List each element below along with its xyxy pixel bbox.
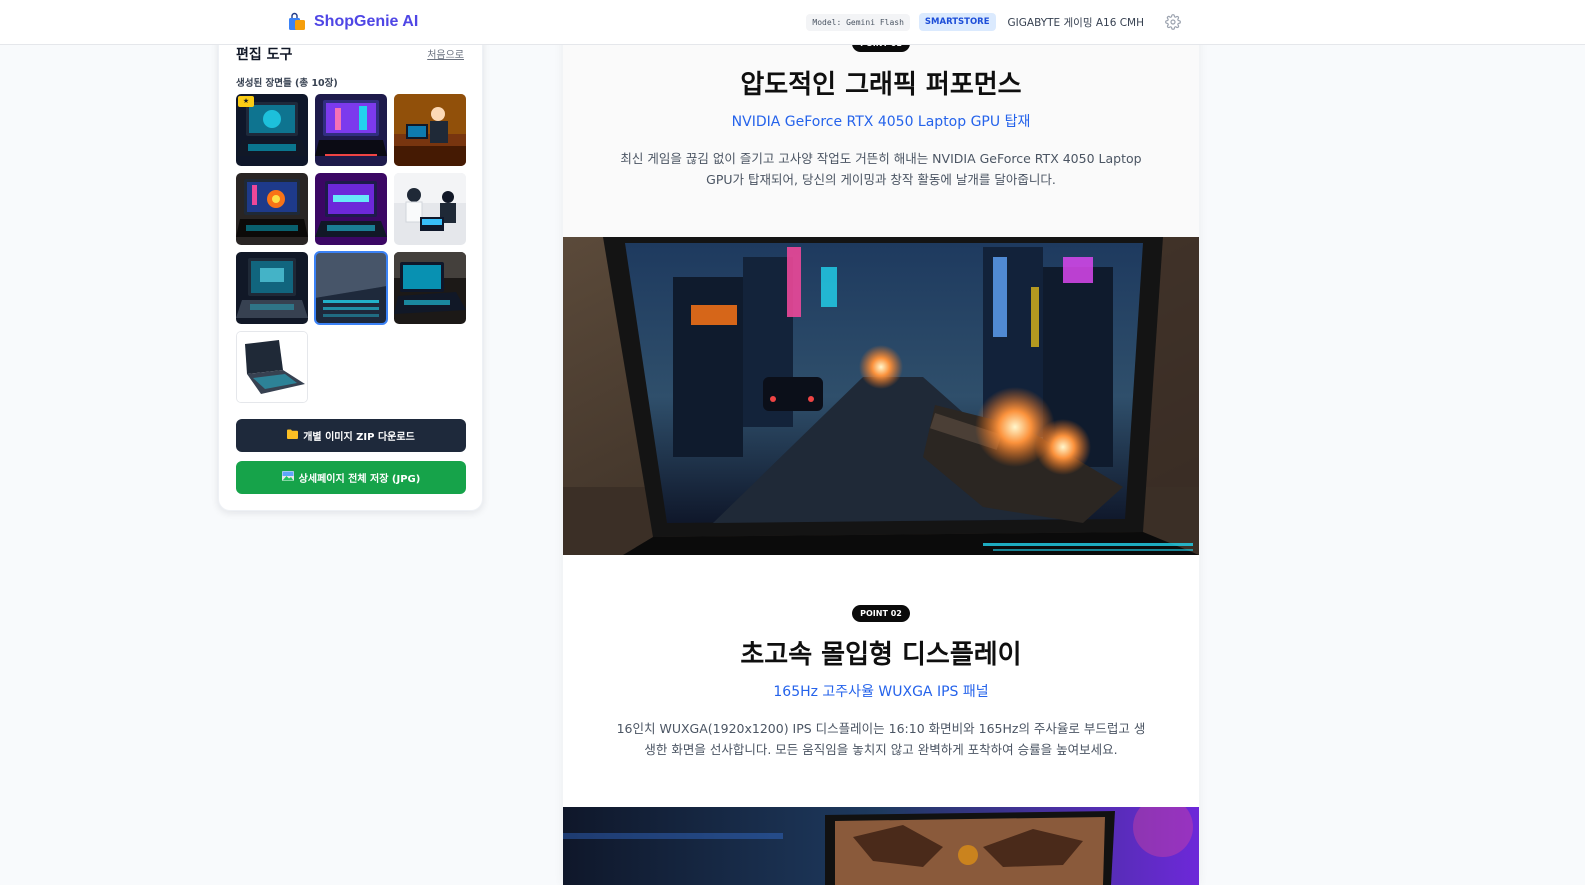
product-name: GIGABYTE 게이밍 A16 CMH [1007,16,1144,29]
scene-thumbnail[interactable]: ★ [236,94,308,166]
section-image [563,807,1199,885]
scene-thumbnail[interactable] [236,331,308,403]
section-description: 16인치 WUXGA(1920x1200) IPS 디스플레이는 16:10 화… [616,721,1146,757]
scene-thumbnail[interactable] [315,94,387,166]
scene-thumbnail[interactable] [394,173,466,245]
folder-icon [287,429,299,442]
scene-thumbnail[interactable] [314,251,388,325]
picture-icon [281,471,294,484]
store-badge: SMARTSTORE [918,13,996,31]
section-subtitle: NVIDIA GeForce RTX 4050 Laptop GPU 탑재 [731,114,1031,130]
section-subtitle: 165Hz 고주사율 WUXGA IPS 패널 [773,684,989,700]
scene-thumbnail[interactable] [236,173,308,245]
star-icon: ★ [238,96,254,107]
section-image [563,237,1199,555]
zip-download-button[interactable]: 개별 이미지 ZIP 다운로드 [236,419,466,452]
section-description: 최신 게임을 끊김 없이 즐기고 고사양 작업도 거뜬히 해내는 NVIDIA … [620,151,1142,187]
scene-thumbnail[interactable] [315,173,387,245]
section-title: 초고속 몰입형 디스플레이 [740,640,1022,670]
shopping-bag-icon [287,12,307,32]
save-detail-page-button[interactable]: 상세페이지 전체 저장 (JPG) [236,461,466,494]
model-badge: Model: Gemini Flash [806,13,910,31]
panel-title: 편집 도구 [236,47,293,63]
section-title: 압도적인 그래픽 퍼포먼스 [740,70,1022,100]
gear-icon[interactable] [1165,14,1181,30]
header-status-area: Model: Gemini Flash SMARTSTORE GIGABYTE … [806,11,1181,33]
brand-logo[interactable]: ShopGenie AI [287,12,418,32]
scene-count-label: 생성된 장면들 (총 10장) [236,78,338,89]
app-name: ShopGenie AI [314,13,419,30]
scene-thumbnail-grid: ★ [236,94,467,403]
detail-page-preview: POINT 01 압도적인 그래픽 퍼포먼스 NVIDIA GeForce RT… [563,0,1199,885]
point-badge: POINT 02 [852,605,910,622]
top-navigation-bar: ShopGenie AI Model: Gemini Flash SMARTST… [0,0,1585,45]
scene-thumbnail[interactable] [394,94,466,166]
edit-tools-panel: 편집 도구 처음으로 생성된 장면들 (총 10장) ★ 개별 이미지 ZIP … [218,30,483,511]
scene-thumbnail[interactable] [236,252,308,324]
scene-thumbnail[interactable] [394,252,466,324]
reset-link[interactable]: 처음으로 [427,46,464,61]
zip-download-label: 개별 이미지 ZIP 다운로드 [303,432,415,443]
save-detail-page-label: 상세페이지 전체 저장 (JPG) [298,474,421,485]
